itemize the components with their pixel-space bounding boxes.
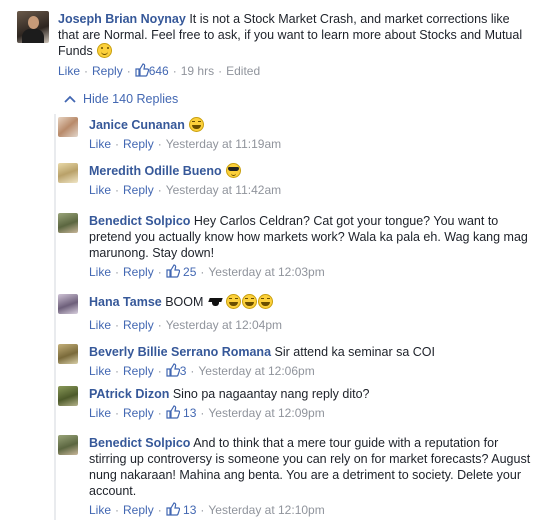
reply-link[interactable]: Reply: [92, 64, 123, 78]
comment-body: Joseph Brian Noynay It is not a Stock Ma…: [58, 11, 526, 79]
reply-author-link[interactable]: Beverly Billie Serrano Romana: [89, 345, 271, 359]
reply-time[interactable]: Yesterday at 12:06pm: [198, 364, 314, 378]
laughing-emoji-icon: [258, 294, 274, 309]
smile-emoji-icon: [97, 43, 113, 58]
like-link[interactable]: Like: [89, 503, 111, 517]
like-count[interactable]: 25: [166, 264, 197, 279]
reply-link[interactable]: Reply: [123, 503, 154, 517]
laughing-emoji-icon: [242, 294, 258, 309]
like-count[interactable]: 13: [166, 405, 197, 420]
edited-label[interactable]: Edited: [226, 64, 260, 78]
reply-actions: Like · Reply · Yesterday at 11:19am: [89, 137, 282, 151]
like-link[interactable]: Like: [89, 265, 111, 279]
reply-actions: Like · Reply · 3 · Yesterday at 12:06pm: [89, 363, 315, 378]
like-link[interactable]: Like: [89, 318, 111, 332]
avatar[interactable]: [17, 11, 49, 43]
reply-author-link[interactable]: PAtrick Dizon: [89, 387, 169, 401]
reply-author-link[interactable]: Benedict Solpico: [89, 436, 190, 450]
like-link[interactable]: Like: [89, 406, 111, 420]
like-count-value: 13: [183, 406, 197, 420]
reply-time[interactable]: Yesterday at 12:04pm: [166, 318, 282, 332]
reply-link[interactable]: Reply: [123, 265, 154, 279]
reply-actions: Like · Reply · 13 · Yesterday at 12:09pm: [89, 405, 325, 420]
like-link[interactable]: Like: [89, 137, 111, 151]
laughing-emoji-icon: [189, 117, 205, 132]
replies-divider: [54, 114, 56, 520]
like-count[interactable]: 646: [135, 63, 169, 78]
reply-text: Sino pa nagaantay nang reply dito?: [172, 387, 370, 401]
reply-text: BOOM: [165, 295, 204, 309]
reply-time[interactable]: Yesterday at 12:10pm: [208, 503, 324, 517]
like-count-value: 646: [148, 64, 169, 78]
thumbs-up-icon: [166, 363, 180, 377]
like-link[interactable]: Like: [58, 64, 80, 78]
thumbs-up-icon: [166, 264, 180, 278]
reply-author-link[interactable]: Benedict Solpico: [89, 214, 190, 228]
avatar[interactable]: [58, 163, 78, 183]
reply-time[interactable]: Yesterday at 12:03pm: [208, 265, 324, 279]
comment-time[interactable]: 19 hrs: [181, 64, 214, 78]
reply-link[interactable]: Reply: [123, 318, 154, 332]
reply-author-link[interactable]: Hana Tamse: [89, 295, 162, 309]
thumbs-up-icon: [135, 63, 149, 77]
avatar[interactable]: [58, 213, 78, 233]
graduation-cap-icon: [209, 297, 222, 307]
hide-replies-button[interactable]: Hide 140 Replies: [64, 91, 178, 107]
like-count-value: 25: [183, 265, 197, 279]
reply-link[interactable]: Reply: [123, 364, 154, 378]
reply-time[interactable]: Yesterday at 11:19am: [166, 137, 281, 151]
reply-author-link[interactable]: Meredith Odille Bueno: [89, 164, 222, 178]
like-count[interactable]: 3: [166, 363, 186, 378]
hide-replies-label: Hide 140 Replies: [83, 92, 179, 106]
comment-author-link[interactable]: Joseph Brian Noynay: [58, 12, 186, 26]
avatar[interactable]: [58, 435, 78, 455]
avatar[interactable]: [58, 294, 78, 314]
thumbs-up-icon: [166, 502, 180, 516]
avatar[interactable]: [58, 344, 78, 364]
reply-author-link[interactable]: Janice Cunanan: [89, 118, 185, 132]
avatar[interactable]: [58, 386, 78, 406]
comment-actions: Like · Reply · 646 · 19 hrs · Edited: [58, 63, 261, 78]
laughing-emoji-icon: [226, 294, 242, 309]
reply-time[interactable]: Yesterday at 11:42am: [166, 183, 281, 197]
reply-actions: Like · Reply · Yesterday at 12:04pm: [89, 318, 283, 332]
reply-actions: Like · Reply · Yesterday at 11:42am: [89, 183, 282, 197]
reply-actions: Like · Reply · 25 · Yesterday at 12:03pm: [89, 264, 325, 279]
like-count[interactable]: 13: [166, 502, 197, 517]
reply-link[interactable]: Reply: [123, 137, 154, 151]
thumbs-up-icon: [166, 405, 180, 419]
reply-link[interactable]: Reply: [123, 406, 154, 420]
sunglasses-emoji-icon: [226, 163, 242, 178]
reply-text: Sir attend ka seminar sa COI: [274, 345, 435, 359]
reply-link[interactable]: Reply: [123, 183, 154, 197]
avatar[interactable]: [58, 117, 78, 137]
reply-actions: Like · Reply · 13 · Yesterday at 12:10pm: [89, 502, 325, 517]
like-link[interactable]: Like: [89, 183, 111, 197]
like-count-value: 13: [183, 503, 197, 517]
chevron-up-icon: [64, 95, 76, 103]
like-link[interactable]: Like: [89, 364, 111, 378]
reply-time[interactable]: Yesterday at 12:09pm: [208, 406, 324, 420]
